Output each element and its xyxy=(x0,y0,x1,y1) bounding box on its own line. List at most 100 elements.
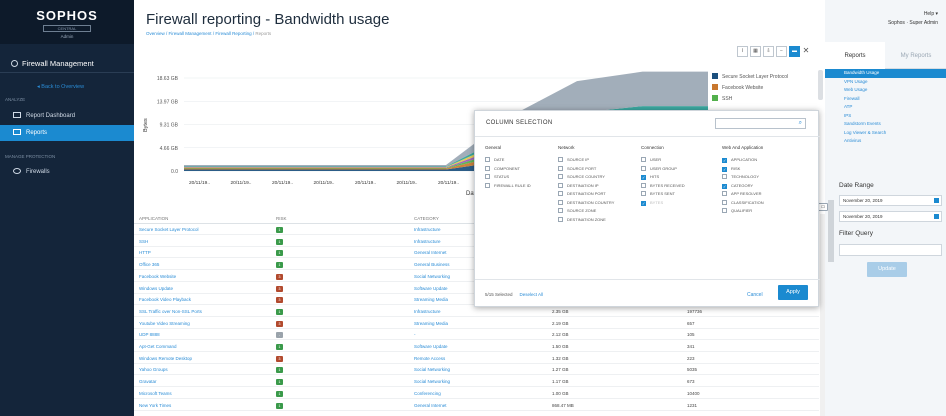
close-icon[interactable]: ✕ xyxy=(802,46,810,57)
help-menu[interactable]: Help ▾ xyxy=(888,10,938,19)
help-area[interactable]: Help ▾ Sophos · Super Admin xyxy=(888,10,938,28)
collapse-panel-icon[interactable]: ▭ xyxy=(818,203,828,211)
table-row[interactable]: Youtube Video Streaming 3 Streaming Media 2… xyxy=(134,319,819,329)
column-checkbox[interactable]: USER xyxy=(641,156,726,165)
category-link[interactable]: Streaming Media xyxy=(414,295,448,305)
category-link[interactable]: Software Update xyxy=(414,284,448,294)
folder-icon[interactable]: ▬ xyxy=(789,46,800,57)
column-checkbox[interactable]: BYTES RECEIVED xyxy=(641,182,726,191)
table-row[interactable]: SSL Traffic over Non-SSL Ports 1 Infrastru… xyxy=(134,307,819,317)
column-checkbox[interactable]: DESTINATION IP xyxy=(558,182,643,191)
column-search-input[interactable]: ⌕ xyxy=(715,118,806,129)
deselect-all-link[interactable]: Deselect All xyxy=(520,292,544,297)
category-link[interactable]: General Internet xyxy=(414,401,447,411)
calendar-icon[interactable] xyxy=(934,198,939,203)
column-checkbox[interactable]: DESTINATION ZONE xyxy=(558,216,643,225)
table-row[interactable]: Yahoo Groups 1 Social Networking 1.27 GB 503… xyxy=(134,365,819,376)
legend-item[interactable]: Secure Socket Layer Protocol xyxy=(712,73,788,84)
category-link[interactable]: Infrastructure xyxy=(414,237,441,247)
column-checkbox[interactable]: TECHNOLOGY xyxy=(722,173,807,182)
column-checkbox[interactable]: BYTES SENT xyxy=(641,190,726,199)
sidebar-item-report-dashboard[interactable]: Report Dashboard xyxy=(0,108,134,124)
category-link[interactable]: Infrastructure xyxy=(414,307,441,317)
column-checkbox[interactable]: DESTINATION COUNTRY xyxy=(558,199,643,208)
report-item[interactable]: Sandstorm Events xyxy=(825,120,946,129)
column-checkbox[interactable]: ✓ RISK xyxy=(722,165,807,174)
column-checkbox[interactable]: DESTINATION PORT xyxy=(558,190,643,199)
app-name-link[interactable]: Secure Socket Layer Protocol xyxy=(139,225,199,235)
breadcrumb-firewall-reporting[interactable]: Firewall Reporting xyxy=(215,31,251,36)
update-button[interactable]: Update xyxy=(867,262,907,277)
category-link[interactable]: - xyxy=(414,330,416,340)
app-name-link[interactable]: Youtube Video Streaming xyxy=(139,319,190,329)
tab-reports[interactable]: Reports xyxy=(825,42,885,69)
tab-my-reports[interactable]: My Reports xyxy=(886,42,946,69)
breadcrumb-firewall-management[interactable]: Firewall Management xyxy=(169,31,212,36)
sidebar-item-reports[interactable]: Reports xyxy=(0,125,134,141)
column-checkbox[interactable]: CLASSIFICATION xyxy=(722,199,807,208)
col-category[interactable]: CATEGORY xyxy=(414,214,439,224)
table-row[interactable]: Apt-Get Command 1 Software Update 1.50 GB 34… xyxy=(134,342,819,352)
category-link[interactable]: Infrastructure xyxy=(414,225,441,235)
report-item[interactable]: IPS xyxy=(825,112,946,121)
col-risk[interactable]: RISK xyxy=(276,214,287,224)
back-to-overview-link[interactable]: ◂ Back to Overview xyxy=(37,84,84,90)
column-checkbox[interactable]: SOURCE IP xyxy=(558,156,643,165)
app-name-link[interactable]: Windows Update xyxy=(139,284,173,294)
column-checkbox[interactable]: ✓ HITS xyxy=(641,173,726,182)
filter-query-input[interactable] xyxy=(839,244,942,256)
table-row[interactable]: Gravatar 1 Social Networking 1.17 GB 673 xyxy=(134,377,819,388)
column-checkbox[interactable]: APP RESOLVER xyxy=(722,190,807,199)
export-icon[interactable]: ⇩ xyxy=(763,46,774,57)
column-checkbox[interactable]: ✓ APPLICATION xyxy=(722,156,807,165)
calendar-icon[interactable] xyxy=(934,214,939,219)
panel-scrollbar[interactable] xyxy=(828,200,834,262)
table-row[interactable]: Windows Remote Desktop 3 Remote Access 1.32… xyxy=(134,354,819,364)
app-name-link[interactable]: Facebook Video Playback xyxy=(139,295,191,305)
app-name-link[interactable]: New York Times xyxy=(139,401,171,411)
category-link[interactable]: Conferencing xyxy=(414,389,441,399)
date-from-field[interactable]: November 20, 2019 xyxy=(839,195,942,206)
report-item[interactable]: ATP xyxy=(825,103,946,112)
app-name-link[interactable]: Facebook Website xyxy=(139,272,176,282)
column-checkbox[interactable]: SOURCE COUNTRY xyxy=(558,173,643,182)
report-item[interactable]: Web Usage xyxy=(825,86,946,95)
report-item[interactable]: Bandwidth Usage xyxy=(825,69,946,78)
category-link[interactable]: General Business xyxy=(414,260,450,270)
column-checkbox[interactable]: QUALIFIER xyxy=(722,207,807,216)
category-link[interactable]: Social Networking xyxy=(414,272,450,282)
column-checkbox[interactable]: ✓ CATEGORY xyxy=(722,182,807,191)
category-link[interactable]: Social Networking xyxy=(414,365,450,375)
nav-header[interactable]: Firewall Management xyxy=(0,55,134,73)
brand-logo[interactable]: SOPHOS CENTRAL Admin xyxy=(0,0,134,44)
column-checkbox[interactable]: SOURCE ZONE xyxy=(558,207,643,216)
line-chart-icon[interactable]: ⌇ xyxy=(737,46,748,57)
table-row[interactable]: Microsoft Teams 1 Conferencing 1.00 GB 10400 xyxy=(134,389,819,399)
grid-icon[interactable]: ▦ xyxy=(750,46,761,57)
col-application[interactable]: APPLICATION xyxy=(139,214,168,224)
category-link[interactable]: Social Networking xyxy=(414,377,450,387)
minus-icon[interactable]: − xyxy=(776,46,787,57)
category-link[interactable]: General Internet xyxy=(414,248,447,258)
legend-item[interactable]: SSH xyxy=(712,95,788,106)
app-name-link[interactable]: Microsoft Teams xyxy=(139,389,172,399)
category-link[interactable]: Streaming Media xyxy=(414,319,448,329)
app-name-link[interactable]: Windows Remote Desktop xyxy=(139,354,192,364)
table-row[interactable]: New York Times 1 General Internet 868.47 MB… xyxy=(134,401,819,411)
report-item[interactable]: Firewall xyxy=(825,95,946,104)
cancel-button[interactable]: Cancel xyxy=(747,292,763,298)
report-item[interactable]: Log Viewer & Search xyxy=(825,129,946,138)
app-name-link[interactable]: UDP 8888 xyxy=(139,330,160,340)
legend-scrollbar[interactable] xyxy=(818,70,823,100)
app-name-link[interactable]: SSH xyxy=(139,237,148,247)
category-link[interactable]: Remote Access xyxy=(414,354,445,364)
category-link[interactable]: Software Update xyxy=(414,342,448,352)
report-item[interactable]: VPN Usage xyxy=(825,78,946,87)
apply-button[interactable]: Apply xyxy=(778,285,808,300)
app-name-link[interactable]: Office 365 xyxy=(139,260,159,270)
app-name-link[interactable]: SSL Traffic over Non-SSL Ports xyxy=(139,307,202,317)
report-item[interactable]: Antivirus xyxy=(825,137,946,146)
column-checkbox[interactable]: SOURCE PORT xyxy=(558,165,643,174)
table-row[interactable]: UDP 8888 - - 2.12 GB 105 xyxy=(134,330,819,341)
date-to-field[interactable]: November 20, 2019 xyxy=(839,211,942,222)
